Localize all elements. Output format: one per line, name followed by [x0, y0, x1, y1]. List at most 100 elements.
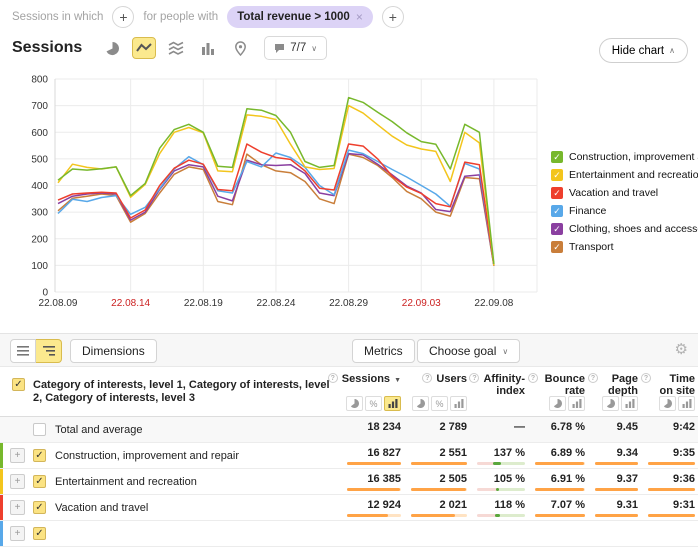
value-bar	[595, 488, 638, 491]
column-chart-type-button[interactable]	[196, 37, 220, 59]
remove-filter-icon[interactable]: ×	[356, 10, 363, 24]
chart-canvas[interactable]: 010020030040050060070080022.08.0922.08.1…	[0, 70, 545, 314]
filter-chip-total-revenue[interactable]: Total revenue > 1000 ×	[227, 6, 373, 28]
value-bar	[648, 488, 695, 491]
legend-item[interactable]: ✓Construction, improvement and repair	[551, 148, 698, 166]
expand-row-button[interactable]: +	[10, 448, 25, 463]
bar-mode-button[interactable]	[568, 396, 585, 411]
legend-item[interactable]: ✓ Transport	[551, 238, 698, 256]
help-icon[interactable]: ?	[328, 373, 338, 383]
cell-value: 18 234	[367, 421, 401, 433]
metrics-button[interactable]: Metrics	[352, 339, 415, 363]
column-header-page_depth[interactable]: ?Page depth	[588, 367, 641, 416]
help-icon[interactable]: ?	[641, 373, 651, 383]
dimensions-button[interactable]: Dimensions	[70, 339, 157, 363]
map-chart-type-button[interactable]	[228, 37, 252, 59]
tree-view-button[interactable]	[36, 339, 62, 363]
pie-chart-type-button[interactable]	[100, 37, 124, 59]
sort-desc-icon: ▼	[394, 375, 401, 387]
line-chart-type-button[interactable]	[132, 37, 156, 59]
cell-affinity: —	[470, 417, 528, 442]
choose-goal-button[interactable]: Choose goal ∨	[417, 339, 520, 363]
cell-page_depth: 9.37	[588, 469, 641, 494]
help-icon[interactable]: ?	[422, 373, 432, 383]
bar-mode-button[interactable]	[621, 396, 638, 411]
legend-item[interactable]: ✓Clothing, shoes and accessories	[551, 220, 698, 238]
expand-row-button[interactable]: +	[10, 500, 25, 515]
bar-mode-icon	[572, 399, 582, 408]
annotations-dropdown[interactable]: 7/7 ∨	[264, 36, 327, 60]
legend-checkbox[interactable]: ✓	[551, 223, 563, 235]
row-checkbox[interactable]: ✓	[33, 501, 46, 514]
add-user-condition-button[interactable]: +	[382, 6, 404, 28]
expand-row-button[interactable]: +	[10, 526, 25, 541]
bar-mode-button[interactable]	[384, 396, 401, 411]
legend-item[interactable]: ✓Vacation and travel	[551, 184, 698, 202]
cell-sessions: 12 924	[340, 495, 404, 520]
cell-value: 2 505	[439, 473, 467, 485]
cell-value: —	[514, 421, 525, 433]
pie-mode-button[interactable]	[412, 396, 429, 411]
expand-row-button[interactable]: +	[10, 474, 25, 489]
legend-label: Transport	[569, 241, 614, 253]
column-header-users[interactable]: ?Users%	[404, 367, 470, 416]
cell-value: 2 551	[439, 447, 467, 459]
pie-mode-icon	[606, 399, 615, 408]
pie-mode-button[interactable]	[346, 396, 363, 411]
help-icon[interactable]: ?	[588, 373, 598, 383]
table-toolbar: Dimensions Metrics Choose goal ∨ ⚙	[0, 333, 698, 367]
cell-users: 2 505	[404, 469, 470, 494]
cell-sessions: 16 827	[340, 443, 404, 468]
table-settings-gear-icon[interactable]: ⚙	[675, 342, 688, 357]
y-axis-tick-label: 200	[31, 234, 48, 245]
column-label: Bounce rate	[542, 373, 585, 397]
column-header-bounce[interactable]: ? Bounce rate	[528, 367, 588, 416]
row-label: Entertainment and recreation	[55, 476, 197, 488]
bar-mode-icon	[388, 399, 398, 408]
cell-value: 105 %	[494, 473, 525, 485]
row-checkbox[interactable]: ✓	[33, 527, 46, 540]
row-checkbox[interactable]: ✓	[33, 475, 46, 488]
value-bar	[347, 514, 401, 517]
column-header-affinity[interactable]: ?Affinity-index	[470, 367, 528, 416]
dimension-checkbox[interactable]: ✓	[12, 378, 25, 391]
pie-mode-icon	[350, 399, 359, 408]
cell-value: 6.89 %	[551, 447, 585, 459]
pie-mode-button[interactable]	[659, 396, 676, 411]
legend-item[interactable]: ✓Finance	[551, 202, 698, 220]
legend-checkbox[interactable]: ✓	[551, 169, 563, 181]
legend-checkbox[interactable]: ✓	[551, 241, 563, 253]
column-header-time_on_site[interactable]: ? Time on site	[641, 367, 698, 416]
row-checkbox[interactable]: ✓	[33, 449, 46, 462]
hide-chart-button[interactable]: Hide chart ∧	[599, 38, 688, 63]
y-axis-tick-label: 700	[31, 101, 48, 112]
percent-mode-button[interactable]: %	[365, 396, 382, 411]
legend-checkbox[interactable]: ✓	[551, 151, 563, 163]
value-bar	[535, 514, 585, 517]
legend-item[interactable]: ✓ Entertainment and recreation	[551, 166, 698, 184]
legend-checkbox[interactable]: ✓	[551, 187, 563, 199]
y-axis-tick-label: 800	[31, 75, 48, 86]
list-view-button[interactable]	[10, 339, 36, 363]
row-checkbox[interactable]	[33, 423, 46, 436]
add-session-condition-button[interactable]: +	[112, 6, 134, 28]
row-label-cell: +✓Vacation and travel	[0, 495, 340, 520]
bar-mode-button[interactable]	[450, 396, 467, 411]
cell-value: 2 021	[439, 499, 467, 511]
help-icon[interactable]: ?	[469, 373, 479, 383]
percent-mode-button[interactable]: %	[431, 396, 448, 411]
legend-label: Entertainment and recreation	[569, 169, 698, 181]
column-header-sessions[interactable]: ?Sessions▼%	[340, 367, 404, 416]
column-label: Time on site	[655, 373, 695, 397]
chart-title: Sessions	[12, 39, 82, 57]
table-header: ✓ Category of interests, level 1, Catego…	[0, 367, 698, 417]
pie-mode-button[interactable]	[549, 396, 566, 411]
cell-affinity	[470, 521, 528, 546]
value-bar	[535, 488, 585, 491]
pie-chart-icon	[105, 41, 120, 56]
legend-checkbox[interactable]: ✓	[551, 205, 563, 217]
bar-mode-button[interactable]	[678, 396, 695, 411]
help-icon[interactable]: ?	[528, 373, 538, 383]
pie-mode-button[interactable]	[602, 396, 619, 411]
stacked-chart-type-button[interactable]	[164, 37, 188, 59]
